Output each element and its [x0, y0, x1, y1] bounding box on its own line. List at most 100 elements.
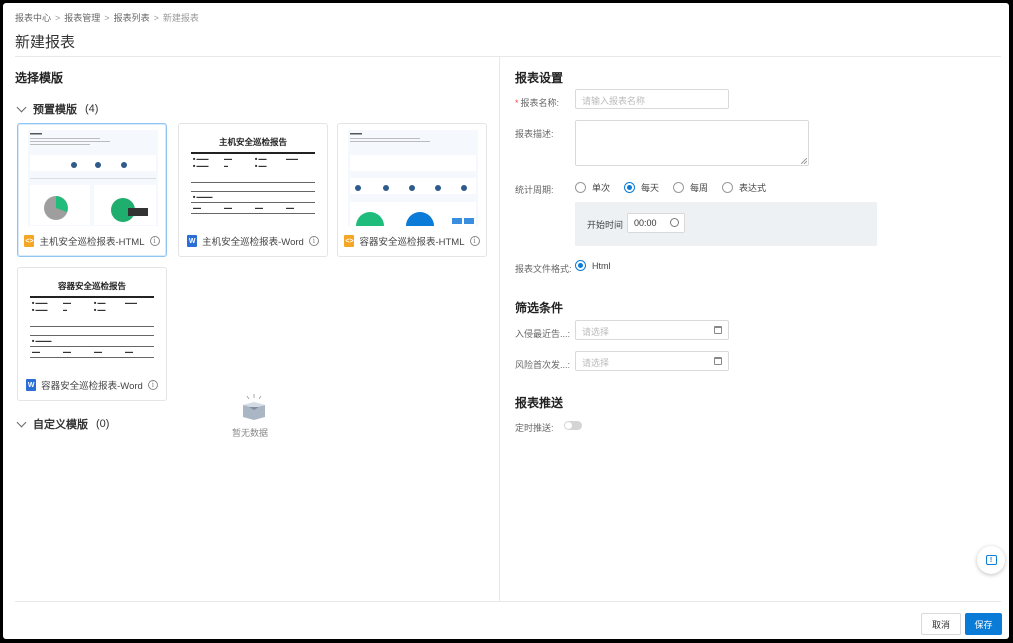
doc-preview-rule [30, 356, 154, 358]
info-icon[interactable]: i [469, 236, 480, 246]
file-format-option-label: Html [592, 260, 611, 271]
breadcrumb-separator: > [55, 12, 61, 23]
custom-group-header[interactable]: 自定义模版 (0) [16, 416, 110, 432]
doc-preview-row: ■ ▬▬▬ ▬▬ ■ ▬▬ ▬▬▬ [193, 155, 298, 161]
page-title: 新建报表 [15, 34, 76, 51]
breadcrumb-item-report-list[interactable]: 报表列表 [114, 11, 150, 24]
preset-group-header[interactable]: 预置模版 (4) [16, 101, 99, 117]
panel-divider [499, 57, 500, 601]
template-card-container-html[interactable]: <> 容器安全巡检报表-HTML i [337, 123, 487, 257]
doc-preview-row: ■ ▬▬▬▬ [193, 193, 213, 199]
period-option-once[interactable]: 单次 [575, 181, 610, 194]
cancel-button[interactable]: 取消 [921, 613, 961, 635]
doc-preview-rule [30, 296, 154, 298]
doc-preview-title: 主机安全巡检报告 [218, 137, 287, 147]
word-file-icon: W [187, 235, 198, 247]
custom-group-label: 自定义模版 [33, 419, 88, 431]
doc-preview-row: ■ ▬▬▬▬ [32, 337, 52, 343]
info-icon[interactable]: i [149, 236, 160, 246]
breadcrumb-separator: > [153, 12, 159, 23]
radio-checked-icon [624, 182, 636, 193]
radio-icon [673, 182, 685, 193]
doc-preview-row: ▬▬ ▬▬ ▬▬ ▬▬ [193, 204, 294, 210]
template-card-label: <> 容器安全巡检报表-HTML i [338, 234, 486, 248]
calendar-icon [714, 357, 722, 365]
info-icon[interactable]: i [147, 380, 158, 390]
template-card-host-html[interactable]: <> 主机安全巡检报表-HTML i [17, 123, 167, 257]
custom-group-count: (0) [96, 418, 110, 430]
feedback-button[interactable]: ! [977, 546, 1005, 574]
period-option-label: 每周 [690, 183, 709, 193]
report-name-label: * 报表名称: [515, 96, 559, 109]
clock-icon [670, 218, 679, 227]
calendar-icon [714, 326, 722, 334]
template-preview [28, 130, 158, 226]
template-preview: 主机安全巡检报告 ■ ▬▬▬ ▬▬ ■ ▬▬ ▬▬▬ ■ ▬▬▬ ▬ ■ ▬▬ ■ ▬▬▬… [189, 130, 317, 226]
date-picker-placeholder: 请选择 [582, 327, 610, 337]
file-format-option-html[interactable]: Html [575, 260, 611, 271]
template-card-host-word[interactable]: 主机安全巡检报告 ■ ▬▬▬ ▬▬ ■ ▬▬ ▬▬▬ ■ ▬▬▬ ▬ ■ ▬▬ ■ ▬▬▬… [178, 123, 328, 257]
filter-risk-date-picker[interactable]: 请选择 [575, 351, 729, 371]
start-time-value: 00:00 [634, 218, 657, 228]
template-card-container-word[interactable]: 容器安全巡检报告 ■ ▬▬▬ ▬▬ ■ ▬▬ ▬▬▬ ■ ▬▬▬ ▬ ■ ▬▬ ■ ▬▬▬… [17, 267, 167, 401]
push-section-title: 报表推送 [515, 396, 564, 410]
start-time-label: 开始时间 [587, 220, 624, 230]
doc-preview-title: 容器安全巡检报告 [57, 281, 126, 291]
template-card-label: W 容器安全巡检报表-Word i [18, 378, 166, 392]
report-desc-label: 报表描述: [515, 129, 554, 139]
preset-group-count: (4) [85, 103, 99, 115]
chevron-down-icon [16, 102, 27, 113]
doc-preview-rule [30, 345, 154, 347]
template-name: 主机安全巡检报表-Word [202, 237, 304, 248]
info-icon[interactable]: i [308, 236, 319, 246]
filter-section-title: 筛选条件 [515, 301, 564, 315]
doc-preview-row: ■ ▬▬▬ ▬ ■ ▬▬ [32, 306, 106, 312]
required-marker: * [515, 98, 519, 108]
resize-handle-icon[interactable] [801, 158, 807, 164]
breadcrumb-item-report-management[interactable]: 报表管理 [64, 11, 100, 24]
period-label: 统计周期: [515, 185, 554, 195]
template-name: 容器安全巡检报表-HTML [359, 237, 465, 248]
period-radio-group: 单次 每天 每周 表达式 [575, 181, 766, 194]
feedback-icon: ! [985, 555, 997, 565]
template-name: 容器安全巡检报表-Word [41, 381, 143, 392]
preset-group-label: 预置模版 [33, 104, 77, 116]
html-file-icon: <> [344, 235, 355, 247]
template-preview [348, 130, 478, 226]
save-button[interactable]: 保存 [965, 613, 1002, 635]
period-option-expression[interactable]: 表达式 [722, 181, 766, 194]
report-name-input[interactable]: 请输入报表名称 [575, 89, 729, 109]
period-option-label: 每天 [641, 183, 660, 193]
filter-intrusion-date-picker[interactable]: 请选择 [575, 320, 729, 340]
filter-intrusion-label: 入侵最近告...: [515, 329, 571, 339]
period-option-label: 表达式 [739, 183, 767, 193]
breadcrumb-separator: > [104, 12, 110, 23]
period-option-daily[interactable]: 每天 [624, 181, 659, 194]
doc-preview-rule [191, 181, 315, 183]
file-format-label: 报表文件格式: [515, 264, 572, 274]
period-option-label: 单次 [592, 183, 611, 193]
doc-preview-rule [191, 201, 315, 203]
template-card-label: W 主机安全巡检报表-Word i [179, 234, 327, 248]
doc-preview-row: ■ ▬▬▬ ▬ ■ ▬▬ [193, 162, 267, 168]
template-preview: 容器安全巡检报告 ■ ▬▬▬ ▬▬ ■ ▬▬ ▬▬▬ ■ ▬▬▬ ▬ ■ ▬▬ ■ ▬▬▬… [28, 274, 156, 370]
breadcrumb-item-report-center[interactable]: 报表中心 [15, 11, 51, 24]
start-time-input[interactable]: 00:00 [627, 213, 685, 233]
scheduled-push-toggle[interactable] [564, 421, 582, 430]
header-divider [15, 56, 1001, 57]
date-picker-placeholder: 请选择 [582, 358, 610, 368]
doc-preview-rule [191, 152, 315, 154]
filter-risk-label: 风险首次发...: [515, 360, 571, 370]
page-frame: 报表中心 > 报表管理 > 报表列表 > 新建报表 新建报表 选择模版 预置模版… [3, 3, 1009, 639]
empty-box-icon [239, 393, 269, 424]
footer-divider [15, 601, 1001, 602]
settings-section-title: 报表设置 [515, 71, 564, 85]
breadcrumb: 报表中心 > 报表管理 > 报表列表 > 新建报表 [15, 11, 199, 24]
report-desc-textarea[interactable] [575, 120, 809, 166]
radio-icon [722, 182, 734, 193]
chevron-down-icon [16, 417, 27, 428]
template-name: 主机安全巡检报表-HTML [39, 237, 145, 248]
period-option-weekly[interactable]: 每周 [673, 181, 708, 194]
template-card-label: <> 主机安全巡检报表-HTML i [18, 234, 166, 248]
breadcrumb-item-current: 新建报表 [162, 13, 199, 23]
